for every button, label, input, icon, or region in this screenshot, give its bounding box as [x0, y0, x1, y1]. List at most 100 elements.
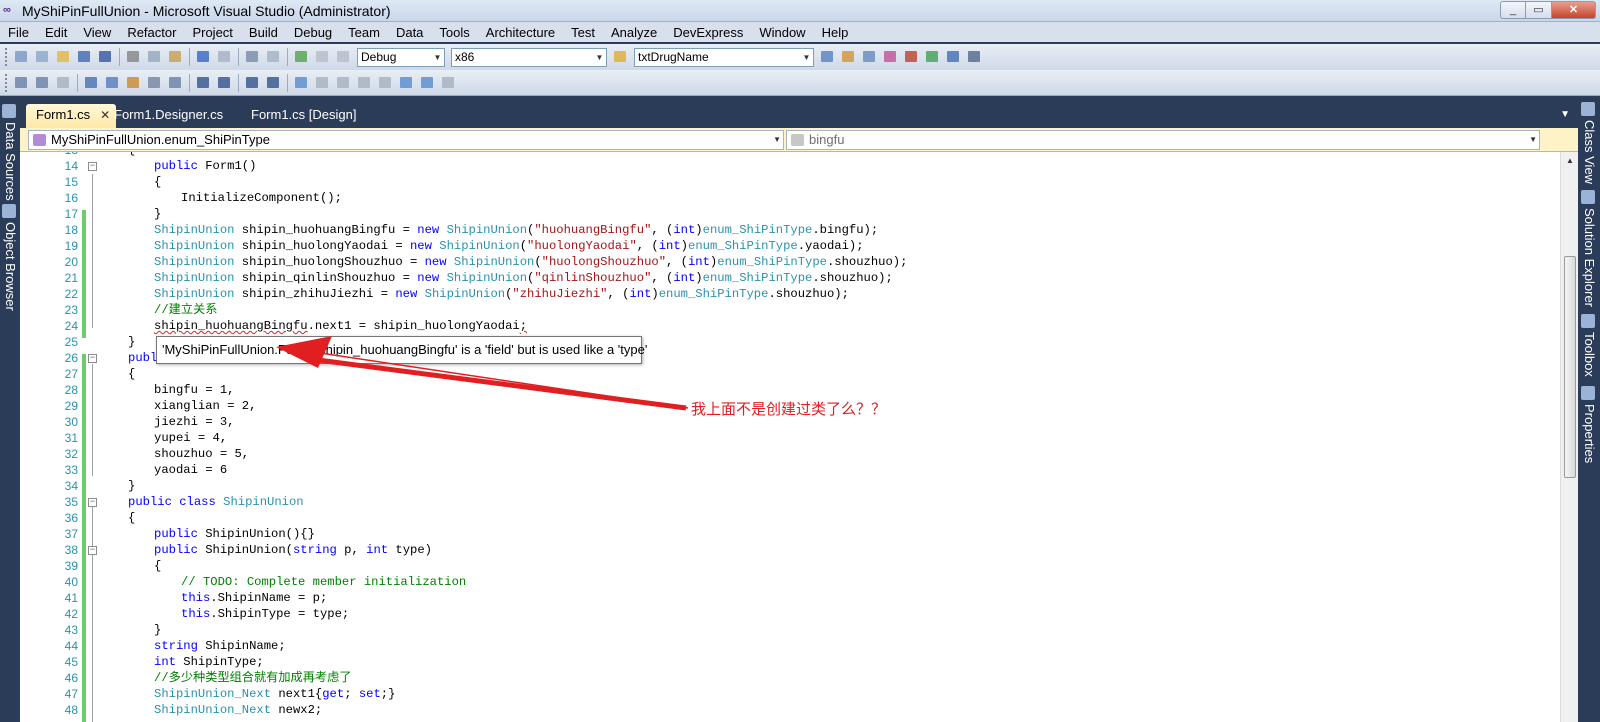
code-text: InitializeComponent(); — [181, 191, 342, 205]
scrollbar-thumb[interactable] — [1564, 256, 1576, 478]
uncomment-icon[interactable] — [264, 74, 283, 92]
display-object-member-list-icon[interactable] — [82, 74, 101, 92]
types-dropdown[interactable]: MyShiPinFullUnion.enum_ShiPinType ▼ — [28, 130, 784, 150]
undo-icon[interactable] — [194, 48, 213, 66]
menu-edit[interactable]: Edit — [37, 25, 75, 40]
stop-icon[interactable] — [334, 48, 353, 66]
close-button[interactable]: ✕ — [1552, 1, 1596, 19]
line-number: 18 — [64, 223, 78, 237]
navigate-backward-icon[interactable] — [243, 48, 262, 66]
scroll-up-icon[interactable]: ▲ — [1561, 152, 1578, 170]
next-bookmark-icon[interactable] — [334, 74, 353, 92]
tab-form1-designer-cs[interactable]: Form1.Designer.cs — [104, 104, 223, 128]
properties-window-icon[interactable] — [839, 48, 858, 66]
code-line: 22 ShipinUnion shipin_zhihuJiezhi = new S… — [20, 286, 1560, 302]
previous-bookmark-icon[interactable] — [313, 74, 332, 92]
find-combo[interactable]: txtDrugName ▼ — [634, 47, 814, 67]
find-in-files-icon[interactable] — [611, 48, 630, 66]
line-number: 40 — [64, 575, 78, 589]
menu-build[interactable]: Build — [241, 25, 286, 40]
paste-icon[interactable] — [166, 48, 185, 66]
save-icon[interactable] — [75, 48, 94, 66]
collapse-icon[interactable]: − — [88, 546, 97, 555]
format-icon[interactable] — [54, 74, 73, 92]
menu-analyze[interactable]: Analyze — [603, 25, 665, 40]
redo-icon[interactable] — [215, 48, 234, 66]
code-line: 41 this.ShipinName = p; — [20, 590, 1560, 606]
start-page-icon[interactable] — [902, 48, 921, 66]
collapse-icon[interactable]: − — [88, 498, 97, 507]
code-text: ShipinUnion shipin_huolongShouzhuo = new… — [154, 255, 908, 269]
comment-out-icon[interactable] — [243, 74, 262, 92]
minimize-button[interactable]: _ — [1500, 1, 1526, 19]
copy-icon[interactable] — [145, 48, 164, 66]
decrease-indent-icon[interactable] — [194, 74, 213, 92]
extension-manager-icon[interactable] — [923, 48, 942, 66]
maximize-button[interactable]: ▭ — [1526, 1, 1552, 19]
collapse-icon[interactable]: − — [88, 162, 97, 171]
object-browser-icon[interactable] — [860, 48, 879, 66]
tab-form1-design[interactable]: Form1.cs [Design] — [241, 104, 356, 128]
tab-data-sources-label: Data Sources — [3, 122, 18, 201]
window-controls: _ ▭ ✕ — [1500, 1, 1596, 19]
solution-configuration-dropdown[interactable]: Debug ▼ — [357, 47, 445, 67]
standard-toolbar: Debug ▼ x86 ▼ txtDrugName ▼ — [0, 44, 1600, 70]
menu-view[interactable]: View — [75, 25, 119, 40]
display-word-completion-icon[interactable] — [166, 74, 185, 92]
add-item-icon[interactable] — [33, 48, 52, 66]
form-layout-icon[interactable] — [12, 74, 31, 92]
toolbar-grip[interactable] — [5, 73, 8, 92]
save-all-icon[interactable] — [96, 48, 115, 66]
menu-devexpress[interactable]: DevExpress — [665, 25, 751, 40]
menu-tools[interactable]: Tools — [431, 25, 477, 40]
vertical-scrollbar[interactable]: ▲ — [1560, 152, 1578, 722]
new-project-icon[interactable] — [12, 48, 31, 66]
previous-bookmark-in-folder-icon[interactable] — [355, 74, 374, 92]
collapse-icon[interactable]: − — [88, 354, 97, 363]
members-dropdown[interactable]: bingfu ▼ — [786, 130, 1540, 150]
toolbar-grip[interactable] — [5, 48, 8, 66]
menu-refactor[interactable]: Refactor — [119, 25, 184, 40]
tab-data-sources[interactable]: Data Sources — [2, 104, 18, 201]
start-debugging-icon[interactable] — [292, 48, 311, 66]
increase-indent-icon[interactable] — [215, 74, 234, 92]
tab-class-view[interactable]: Class View — [1581, 102, 1597, 184]
menu-team[interactable]: Team — [340, 25, 388, 40]
navigate-forward-icon[interactable] — [264, 48, 283, 66]
tab-properties[interactable]: Properties — [1581, 386, 1597, 463]
complete-word-icon[interactable] — [145, 74, 164, 92]
tab-form1-cs[interactable]: Form1.cs ✕ — [26, 104, 117, 128]
menu-data[interactable]: Data — [388, 25, 431, 40]
menu-file[interactable]: File — [0, 25, 37, 40]
line-number: 17 — [64, 207, 78, 221]
code-text: ShipinUnion_Next newx2; — [154, 703, 323, 717]
menu-window[interactable]: Window — [751, 25, 813, 40]
code-editor[interactable]: 13{ 14−public Form1() 15{ 16InitializeCo… — [20, 152, 1578, 722]
tab-solution-explorer[interactable]: Solution Explorer — [1581, 190, 1597, 307]
toolbox-icon[interactable] — [881, 48, 900, 66]
tab-toolbox[interactable]: Toolbox — [1581, 314, 1597, 377]
class-view-icon[interactable] — [944, 48, 963, 66]
tab-object-browser[interactable]: Object Browser — [2, 204, 18, 311]
next-bookmark-in-folder-icon[interactable] — [376, 74, 395, 92]
output-window-icon[interactable] — [965, 48, 984, 66]
open-file-icon[interactable] — [54, 48, 73, 66]
menu-debug[interactable]: Debug — [286, 25, 340, 40]
next-bookmark-in-document-icon[interactable] — [418, 74, 437, 92]
tab-list-dropdown-icon[interactable]: ▼ — [1560, 109, 1570, 120]
clear-bookmarks-icon[interactable] — [439, 74, 458, 92]
solution-explorer-icon[interactable] — [818, 48, 837, 66]
quick-info-icon[interactable] — [124, 74, 143, 92]
solution-platform-dropdown[interactable]: x86 ▼ — [451, 47, 607, 67]
menu-help[interactable]: Help — [814, 25, 857, 40]
parameter-info-icon[interactable] — [103, 74, 122, 92]
toggle-bookmark-icon[interactable] — [292, 74, 311, 92]
tab-toolbox-label: Toolbox — [1582, 332, 1597, 377]
menu-test[interactable]: Test — [563, 25, 603, 40]
grid-layout-icon[interactable] — [33, 74, 52, 92]
menu-architecture[interactable]: Architecture — [478, 25, 563, 40]
pause-icon[interactable] — [313, 48, 332, 66]
previous-bookmark-in-document-icon[interactable] — [397, 74, 416, 92]
cut-icon[interactable] — [124, 48, 143, 66]
menu-project[interactable]: Project — [184, 25, 240, 40]
